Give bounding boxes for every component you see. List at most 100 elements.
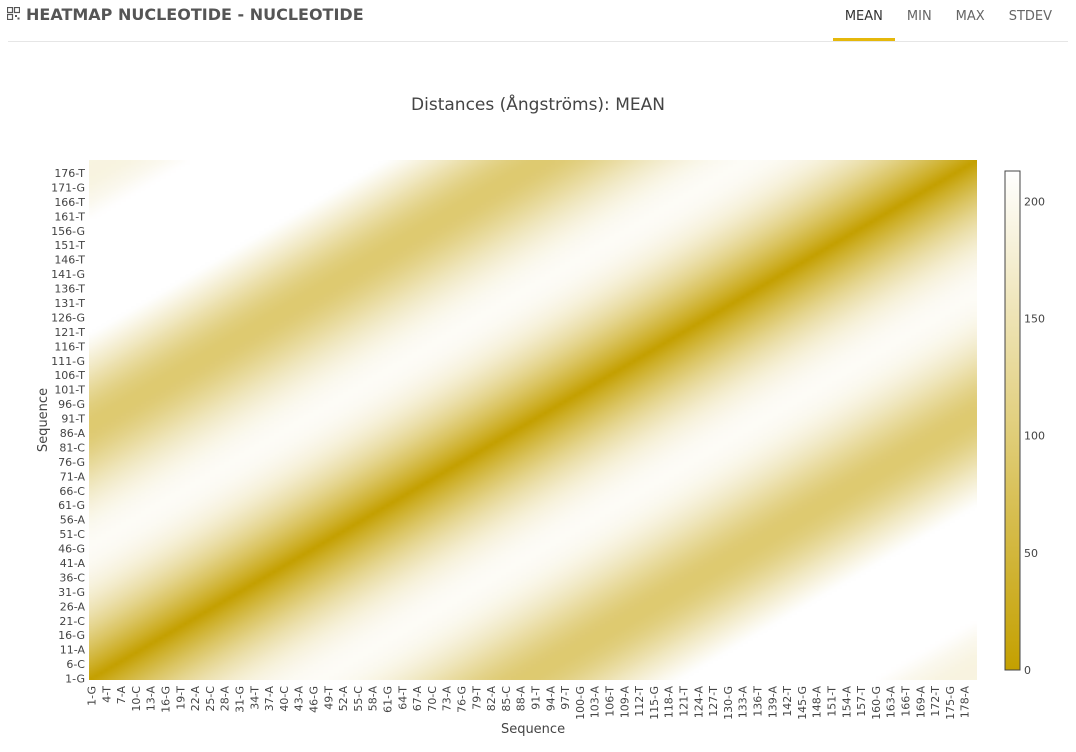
y-tick-label: 126-G: [51, 311, 85, 324]
x-tick-label: 49-T: [322, 686, 335, 710]
x-tick-label: 169-A: [914, 686, 927, 719]
x-tick-label: 46-G: [307, 686, 320, 713]
x-axis-ticks: 1-G 4-T 7-A 10-C 13-A 16-G 19-T 22-A 25-C 28-A 31-…: [85, 686, 971, 720]
x-tick-label: 7-A: [115, 686, 128, 705]
x-tick-label: 58-A: [367, 686, 380, 712]
y-tick-label: 111-G: [51, 355, 85, 368]
colorbar: [1004, 170, 1021, 671]
y-tick-label: 26-A: [60, 600, 86, 613]
x-tick-label: 175-G: [944, 686, 957, 720]
x-tick-label: 148-A: [811, 686, 824, 719]
y-tick-label: 81-C: [59, 441, 85, 454]
y-tick-label: 71-A: [60, 470, 86, 483]
colorbar-ticks: 0 50 100 150 200: [1024, 195, 1045, 677]
x-tick-label: 31-G: [233, 686, 246, 713]
x-tick-label: 100-G: [574, 686, 587, 720]
x-tick-label: 55-C: [352, 686, 365, 712]
y-tick-label: 46-G: [58, 543, 85, 556]
x-tick-label: 151-T: [825, 686, 838, 717]
x-tick-label: 25-C: [204, 686, 217, 712]
y-tick-label: 36-C: [59, 571, 85, 584]
x-tick-label: 130-G: [722, 686, 735, 720]
x-tick-label: 91-T: [529, 686, 542, 710]
x-tick-label: 166-T: [899, 686, 912, 717]
colorbar-tick-label: 100: [1024, 430, 1045, 443]
y-tick-label: 86-A: [60, 427, 86, 440]
x-tick-label: 28-A: [219, 686, 232, 712]
y-tick-label: 131-T: [54, 297, 85, 310]
x-tick-label: 67-A: [411, 686, 424, 712]
y-tick-label: 171-G: [51, 181, 85, 194]
x-tick-label: 157-T: [855, 686, 868, 717]
y-tick-label: 106-T: [54, 369, 85, 382]
x-tick-label: 19-T: [174, 686, 187, 710]
y-tick-label: 156-G: [51, 225, 85, 238]
x-tick-label: 154-A: [840, 686, 853, 719]
x-tick-label: 118-A: [663, 686, 676, 719]
y-tick-label: 31-G: [58, 586, 85, 599]
x-tick-label: 172-T: [929, 686, 942, 717]
y-axis-label: Sequence: [36, 388, 51, 452]
y-tick-label: 6-C: [66, 658, 85, 671]
heatmap-cells[interactable]: [89, 160, 977, 680]
x-tick-label: 145-G: [796, 686, 809, 720]
y-tick-label: 21-C: [59, 615, 85, 628]
x-tick-label: 10-C: [130, 686, 143, 712]
colorbar-tick-label: 150: [1024, 313, 1045, 326]
y-tick-label: 91-T: [61, 413, 85, 426]
y-tick-label: 121-T: [54, 326, 85, 339]
y-tick-label: 176-T: [54, 167, 85, 180]
x-tick-label: 115-G: [648, 686, 661, 720]
y-tick-label: 1-G: [65, 673, 85, 686]
x-tick-label: 88-A: [515, 686, 528, 712]
x-tick-label: 34-T: [248, 686, 261, 710]
x-tick-label: 13-A: [145, 686, 158, 712]
x-tick-label: 142-T: [781, 686, 794, 717]
x-tick-label: 40-C: [278, 686, 291, 712]
colorbar-tick-label: 200: [1024, 195, 1045, 208]
y-tick-label: 66-C: [59, 485, 85, 498]
x-tick-label: 37-A: [263, 686, 276, 712]
x-tick-label: 94-A: [544, 686, 557, 712]
y-tick-label: 161-T: [54, 210, 85, 223]
x-tick-label: 136-T: [751, 686, 764, 717]
x-tick-label: 1-G: [85, 686, 98, 706]
colorbar-tick-label: 50: [1024, 547, 1038, 560]
x-tick-label: 43-A: [293, 686, 306, 712]
x-tick-label: 109-A: [618, 686, 631, 719]
y-tick-label: 16-G: [58, 629, 85, 642]
x-tick-label: 127-T: [707, 686, 720, 717]
x-tick-label: 76-G: [455, 686, 468, 713]
y-tick-label: 96-G: [58, 398, 85, 411]
y-tick-label: 101-T: [54, 384, 85, 397]
y-tick-label: 51-C: [59, 528, 85, 541]
x-tick-label: 52-A: [337, 686, 350, 712]
y-tick-label: 166-T: [54, 196, 85, 209]
x-tick-label: 139-A: [766, 686, 779, 719]
y-tick-label: 61-G: [58, 499, 85, 512]
x-tick-label: 22-A: [189, 686, 202, 712]
y-tick-label: 151-T: [54, 239, 85, 252]
x-tick-label: 160-G: [870, 686, 883, 720]
x-tick-label: 112-T: [633, 686, 646, 717]
x-tick-label: 121-T: [677, 686, 690, 717]
y-axis-ticks: 1-G 6-C11-A 16-G21-C 26-A31-G 36-C41-A46-G 51…: [51, 167, 85, 686]
x-tick-label: 79-T: [470, 686, 483, 710]
x-tick-label: 61-G: [381, 686, 394, 713]
y-tick-label: 136-T: [54, 283, 85, 296]
x-tick-label: 163-A: [885, 686, 898, 719]
x-tick-label: 106-T: [603, 686, 616, 717]
x-axis-label: Sequence: [501, 722, 565, 737]
y-tick-label: 56-A: [60, 514, 86, 527]
x-tick-label: 97-T: [559, 686, 572, 710]
x-tick-label: 64-T: [396, 686, 409, 710]
x-tick-label: 4-T: [100, 686, 113, 703]
x-tick-label: 124-A: [692, 686, 705, 719]
y-tick-label: 41-A: [60, 557, 86, 570]
x-tick-label: 85-C: [500, 686, 513, 712]
x-tick-label: 133-A: [737, 686, 750, 719]
y-tick-label: 116-T: [54, 340, 85, 353]
colorbar-tick-label: 0: [1024, 664, 1031, 677]
y-tick-label: 146-T: [54, 254, 85, 267]
x-tick-label: 178-A: [959, 686, 972, 719]
